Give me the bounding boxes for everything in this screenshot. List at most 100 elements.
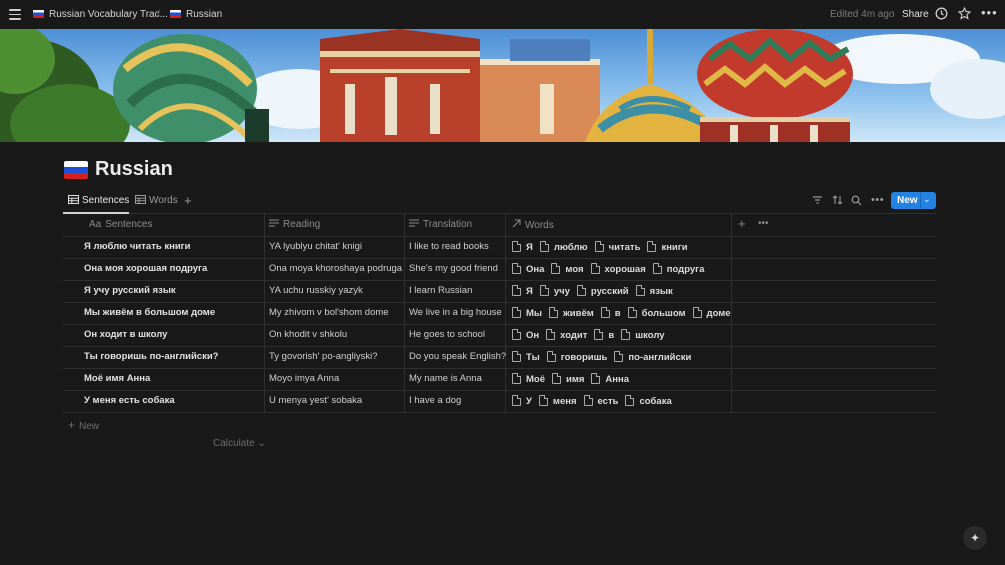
new-button[interactable]: New ⌄ bbox=[891, 192, 936, 209]
chevron-down-icon[interactable]: ⌄ bbox=[923, 194, 931, 205]
breadcrumb-parent[interactable]: Russian Vocabulary Trac... bbox=[33, 9, 168, 20]
sentence-cell[interactable]: Мы живём в большом доме bbox=[84, 307, 215, 318]
word-relation-chip[interactable]: У bbox=[512, 395, 532, 407]
word-relation-chip[interactable]: Он bbox=[512, 329, 539, 341]
word-relation-chip[interactable]: по-английски bbox=[614, 351, 691, 363]
word-relation-chip[interactable]: язык bbox=[635, 285, 673, 297]
translation-cell[interactable]: He goes to school bbox=[409, 329, 485, 340]
column-header-words[interactable]: Words bbox=[512, 219, 554, 231]
tab-sentences[interactable]: Sentences bbox=[68, 195, 129, 206]
column-options-icon[interactable]: ••• bbox=[758, 218, 769, 229]
reading-cell[interactable]: U menya yest' sobaka bbox=[269, 395, 362, 406]
word-relation-chip[interactable]: учу bbox=[539, 285, 570, 297]
word-relation-chip[interactable]: подруга bbox=[652, 263, 704, 275]
menu-icon[interactable] bbox=[9, 9, 21, 20]
word-relation-chip[interactable]: есть bbox=[583, 395, 618, 407]
table-row[interactable] bbox=[63, 280, 936, 302]
word-relation-chip[interactable]: русский bbox=[576, 285, 629, 297]
sentence-cell[interactable]: У меня есть собака bbox=[84, 395, 175, 406]
words-cell[interactable]: Ялюблю читать книги bbox=[512, 241, 695, 253]
tab-words[interactable]: Words bbox=[135, 195, 178, 206]
word-relation-chip[interactable]: Мы bbox=[512, 307, 542, 319]
words-cell[interactable]: Уменя есть собака bbox=[512, 395, 679, 407]
translation-cell[interactable]: I learn Russian bbox=[409, 285, 472, 296]
word-relation-chip[interactable]: книги bbox=[647, 241, 688, 253]
share-button[interactable]: Share bbox=[902, 9, 929, 20]
words-cell[interactable]: Яучу русский язык bbox=[512, 285, 680, 297]
word-relation-chip[interactable]: меня bbox=[538, 395, 577, 407]
word-relation-chip[interactable]: Моё bbox=[512, 373, 545, 385]
word-relation-chip[interactable]: Анна bbox=[591, 373, 629, 385]
word-relation-chip[interactable]: большом bbox=[627, 307, 686, 319]
star-icon[interactable] bbox=[957, 6, 972, 23]
table-row[interactable] bbox=[63, 324, 936, 346]
translation-cell[interactable]: My name is Anna bbox=[409, 373, 482, 384]
more-options-icon[interactable]: ••• bbox=[871, 194, 884, 206]
table-row[interactable] bbox=[63, 236, 936, 258]
reading-cell[interactable]: On khodit v shkolu bbox=[269, 329, 347, 340]
reading-cell[interactable]: YA lyublyu chitat' knigi bbox=[269, 241, 362, 252]
ellipsis-icon[interactable]: ••• bbox=[981, 6, 998, 20]
word-relation-chip[interactable]: ходит bbox=[546, 329, 587, 341]
word-relation-chip[interactable]: читать bbox=[594, 241, 640, 253]
plus-icon: + bbox=[68, 418, 76, 432]
reading-cell[interactable]: Ona moya khoroshaya podruga bbox=[269, 263, 402, 274]
word-relation-chip[interactable]: Я bbox=[512, 285, 533, 297]
word-relation-chip[interactable]: говоришь bbox=[546, 351, 607, 363]
sentence-cell[interactable]: Я люблю читать книги bbox=[84, 241, 190, 252]
word-relation-chip[interactable]: в bbox=[600, 307, 621, 319]
words-cell[interactable]: Ты говоришь по-английски bbox=[512, 351, 698, 363]
word-relation-chip[interactable]: моя bbox=[551, 263, 584, 275]
word-relation-chip[interactable]: живём bbox=[549, 307, 594, 319]
word-label: Я bbox=[526, 286, 533, 297]
word-relation-chip[interactable]: имя bbox=[552, 373, 584, 385]
filter-icon[interactable] bbox=[812, 195, 823, 208]
word-relation-chip[interactable]: собака bbox=[625, 395, 672, 407]
translation-cell[interactable]: We live in a big house bbox=[409, 307, 502, 318]
word-relation-chip[interactable]: люблю bbox=[539, 241, 588, 253]
sentence-cell[interactable]: Ты говоришь по-английски? bbox=[84, 351, 218, 362]
word-relation-chip[interactable]: доме bbox=[692, 307, 731, 319]
words-cell[interactable]: Мы живём в большом доме bbox=[512, 307, 738, 319]
word-relation-chip[interactable]: хорошая bbox=[590, 263, 646, 275]
document-icon bbox=[546, 329, 556, 340]
reading-cell[interactable]: My zhivom v bol'shom dome bbox=[269, 307, 389, 318]
sentence-cell[interactable]: Она моя хорошая подруга bbox=[84, 263, 207, 274]
table-row[interactable] bbox=[63, 368, 936, 390]
word-relation-chip[interactable]: Она bbox=[512, 263, 544, 275]
translation-cell[interactable]: She's my good friend bbox=[409, 263, 498, 274]
column-header-sentences[interactable]: Aa Sentences bbox=[89, 219, 153, 230]
add-property-icon[interactable]: + bbox=[738, 216, 746, 231]
add-row-button[interactable]: + New bbox=[68, 418, 99, 432]
column-header-reading[interactable]: Reading bbox=[269, 219, 320, 230]
column-header-translation[interactable]: Translation bbox=[409, 219, 472, 230]
chevron-down-icon: ⌄ bbox=[257, 438, 266, 449]
column-header-label: Translation bbox=[423, 219, 473, 230]
search-icon[interactable] bbox=[851, 195, 862, 209]
calculate-button[interactable]: Calculate ⌄ bbox=[213, 438, 266, 449]
table-row[interactable] bbox=[63, 390, 936, 412]
sentence-cell[interactable]: Я учу русский язык bbox=[84, 285, 176, 296]
reading-cell[interactable]: Moyo imya Anna bbox=[269, 373, 339, 384]
sentence-cell[interactable]: Моё имя Анна bbox=[84, 373, 150, 384]
reading-cell[interactable]: YA uchu russkiy yazyk bbox=[269, 285, 363, 296]
reading-cell[interactable]: Ty govorish' po-angliyski? bbox=[269, 351, 377, 362]
clock-icon[interactable] bbox=[935, 7, 948, 23]
word-relation-chip[interactable]: школу bbox=[621, 329, 665, 341]
column-header-label: Sentences bbox=[105, 219, 153, 230]
word-relation-chip[interactable]: в bbox=[594, 329, 614, 341]
words-cell[interactable]: Он ходит в школу bbox=[512, 329, 672, 341]
word-relation-chip[interactable]: Я bbox=[512, 241, 533, 253]
translation-cell[interactable]: Do you speak English? bbox=[409, 351, 506, 362]
breadcrumb-current[interactable]: Russian bbox=[170, 9, 222, 20]
sort-icon[interactable] bbox=[832, 195, 843, 208]
sparkle-icon[interactable]: ✦ bbox=[963, 526, 987, 550]
document-icon bbox=[538, 395, 548, 406]
words-cell[interactable]: Моё имя Анна bbox=[512, 373, 636, 385]
add-view-icon[interactable]: + bbox=[184, 193, 192, 208]
sentence-cell[interactable]: Он ходит в школу bbox=[84, 329, 167, 340]
translation-cell[interactable]: I like to read books bbox=[409, 241, 489, 252]
word-relation-chip[interactable]: Ты bbox=[512, 351, 540, 363]
translation-cell[interactable]: I have a dog bbox=[409, 395, 461, 406]
words-cell[interactable]: Она моя хорошая подруга bbox=[512, 263, 711, 275]
